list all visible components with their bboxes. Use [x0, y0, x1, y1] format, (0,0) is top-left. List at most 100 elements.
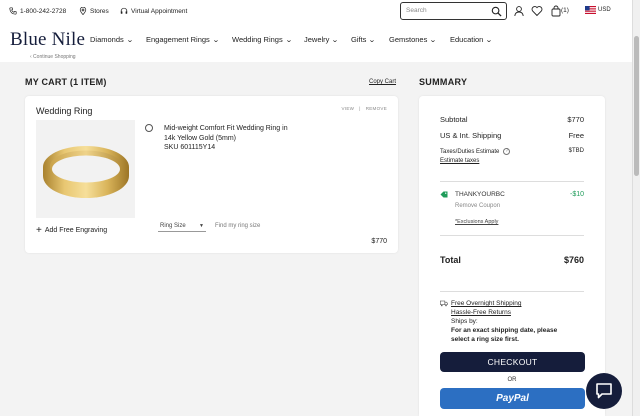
plus-icon: + — [36, 225, 42, 236]
ring-size-label: Ring Size — [160, 222, 186, 229]
chevron-down-icon: ⌄ — [211, 37, 220, 44]
breadcrumb[interactable]: ‹ Continue Shopping — [30, 54, 76, 60]
total-label: Total — [440, 255, 461, 265]
chat-icon — [596, 383, 612, 399]
view-link[interactable]: VIEW — [342, 106, 355, 111]
nav-gemstones[interactable]: Gemstones ⌄ — [389, 35, 437, 44]
page-scrollbar[interactable] — [632, 0, 640, 416]
product-details: Mid-weight Comfort Fit Wedding Ring in 1… — [164, 124, 324, 153]
nav-label: Gemstones — [389, 35, 428, 44]
taxes-label: Taxes/Duties Estimate — [440, 149, 500, 156]
virtual-appointment-link[interactable]: Virtual Appointment — [120, 7, 187, 15]
nav-label: Diamonds — [90, 35, 124, 44]
headset-icon — [120, 7, 128, 14]
chevron-down-icon: ⌄ — [125, 37, 134, 44]
nav-diamonds[interactable]: Diamonds ⌄ — [90, 35, 134, 44]
user-icon[interactable] — [513, 5, 525, 17]
shipping-label: US & Int. Shipping — [440, 131, 502, 140]
remove-link[interactable]: REMOVE — [366, 106, 387, 111]
taxes-row: Taxes/Duties Estimate? $TBD — [440, 148, 584, 155]
item-category-title: Wedding Ring — [36, 106, 93, 116]
taxes-value: $TBD — [568, 148, 584, 154]
estimate-taxes-link[interactable]: Estimate taxes — [440, 158, 479, 164]
taxes-label-wrap: Taxes/Duties Estimate? — [440, 148, 511, 156]
copy-cart-link[interactable]: Copy Cart — [369, 79, 396, 85]
divider — [440, 235, 584, 236]
item-actions: VIEW | REMOVE — [342, 106, 388, 111]
phone-icon — [9, 7, 17, 15]
product-name-line1[interactable]: Mid-weight Comfort Fit Wedding Ring in — [164, 124, 324, 134]
subtotal-value: $770 — [567, 115, 584, 124]
or-separator: OR — [507, 377, 517, 383]
site-header: 1-800-242-2728 Stores Virtual Appointmen… — [0, 0, 632, 62]
virtual-appointment-label: Virtual Appointment — [131, 7, 188, 15]
product-name-line2[interactable]: 14k Yellow Gold (5mm) — [164, 134, 324, 144]
product-sku: SKU 601115Y14 — [164, 144, 216, 151]
ship-note-line2: select a ring size first. — [451, 336, 519, 343]
coupon-code: THANKYOURBC — [455, 191, 505, 198]
cart-count[interactable]: (1) — [561, 7, 569, 14]
subtotal-label: Subtotal — [440, 115, 468, 124]
us-flag-icon[interactable] — [585, 6, 596, 14]
phone-link[interactable]: 1-800-242-2728 — [9, 7, 66, 15]
total-value: $760 — [563, 255, 584, 265]
shipping-row: US & Int. Shipping Free — [440, 131, 584, 140]
coupon-discount: -$10 — [569, 191, 584, 198]
search-icon[interactable] — [491, 6, 502, 17]
remove-coupon-link[interactable]: Remove Coupon — [455, 203, 500, 209]
item-price: $770 — [371, 238, 387, 245]
divider — [440, 291, 584, 292]
subtotal-row: Subtotal $770 — [440, 115, 584, 124]
caret-down-icon: ▼ — [199, 222, 204, 229]
find-ring-size-link[interactable]: Find my ring size — [215, 223, 260, 229]
nav-wedding-rings[interactable]: Wedding Rings ⌄ — [232, 35, 292, 44]
truck-icon — [440, 300, 448, 307]
nav-jewelry[interactable]: Jewelry ⌄ — [304, 35, 340, 44]
cart-item-card: Wedding Ring VIEW | REMOVE Mid-weight Co… — [25, 96, 398, 253]
chat-button[interactable] — [586, 373, 622, 409]
nav-education[interactable]: Education ⌄ — [450, 35, 494, 44]
checkout-button[interactable]: CHECKOUT — [440, 352, 585, 372]
ships-by-label: Ships by: — [451, 318, 478, 325]
paypal-button[interactable]: PayPal — [440, 388, 585, 409]
nav-label: Engagement Rings — [146, 35, 210, 44]
summary-title: SUMMARY — [419, 77, 468, 87]
divider — [440, 181, 584, 182]
exclusions-link[interactable]: *Exclusions Apply — [455, 219, 498, 225]
free-shipping-link[interactable]: Free Overnight Shipping — [451, 299, 591, 308]
ring-size-select[interactable]: Ring Size ▼ — [158, 220, 206, 232]
info-icon[interactable]: ? — [503, 148, 511, 155]
scrollbar-thumb[interactable] — [634, 36, 639, 176]
nav-gifts[interactable]: Gifts ⌄ — [351, 35, 376, 44]
add-engraving-button[interactable]: + Add Free Engraving — [36, 225, 108, 236]
stores-label: Stores — [90, 7, 109, 15]
chevron-down-icon: ⌄ — [485, 37, 494, 44]
action-separator: | — [359, 106, 361, 111]
total-row: Total $760 — [440, 255, 584, 265]
returns-link[interactable]: Hassle-Free Returns — [451, 308, 591, 317]
search-box[interactable] — [400, 2, 507, 20]
nav-engagement-rings[interactable]: Engagement Rings ⌄ — [146, 35, 220, 44]
heart-icon[interactable] — [531, 5, 543, 17]
ring-image — [43, 146, 129, 198]
site-logo[interactable]: Blue Nile — [10, 29, 85, 51]
shipping-value: Free — [568, 131, 584, 140]
nav-label: Jewelry — [304, 35, 330, 44]
item-select-radio[interactable] — [145, 124, 153, 132]
chevron-down-icon: ⌄ — [284, 37, 293, 44]
pin-icon — [79, 7, 87, 15]
chevron-down-icon: ⌄ — [331, 37, 340, 44]
add-engraving-label: Add Free Engraving — [44, 227, 108, 234]
order-summary-card: Subtotal $770 US & Int. Shipping Free Ta… — [419, 96, 605, 416]
stores-link[interactable]: Stores — [79, 7, 109, 15]
phone-number: 1-800-242-2728 — [20, 7, 67, 15]
tag-icon — [440, 191, 448, 198]
product-image[interactable] — [36, 120, 135, 218]
estimate-taxes-row: Estimate taxes — [440, 158, 584, 164]
cart-title: MY CART (1 ITEM) — [25, 77, 107, 87]
search-input[interactable] — [406, 7, 486, 14]
nav-label: Wedding Rings — [232, 35, 283, 44]
ship-note-line1: For an exact shipping date, please — [451, 327, 558, 334]
currency-selector[interactable]: USD — [598, 7, 611, 13]
nav-label: Education — [450, 35, 484, 44]
